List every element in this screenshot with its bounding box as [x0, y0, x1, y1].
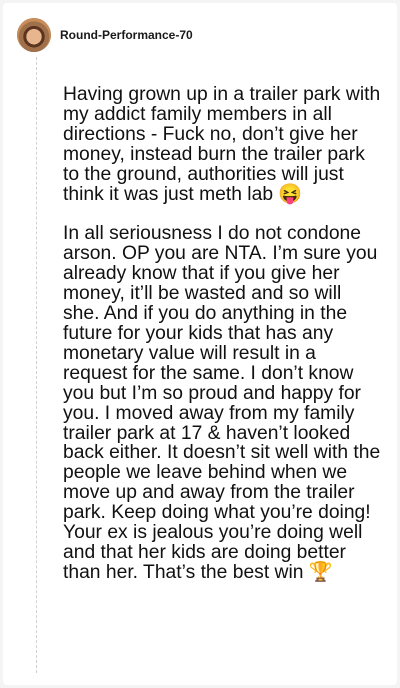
comment-author[interactable]: Round-Performance-70 [60, 28, 193, 42]
thread-line[interactable] [36, 57, 37, 673]
avatar-image [17, 18, 51, 52]
comment-paragraph: In all seriousness I do not condone arso… [63, 223, 381, 583]
comment-card: Round-Performance-70 Having grown up in … [3, 3, 397, 685]
comment-body: Having grown up in a trailer park with m… [63, 85, 381, 583]
avatar[interactable] [17, 18, 51, 52]
comment-paragraph: Having grown up in a trailer park with m… [63, 84, 381, 205]
comment-header: Round-Performance-70 [17, 17, 193, 53]
